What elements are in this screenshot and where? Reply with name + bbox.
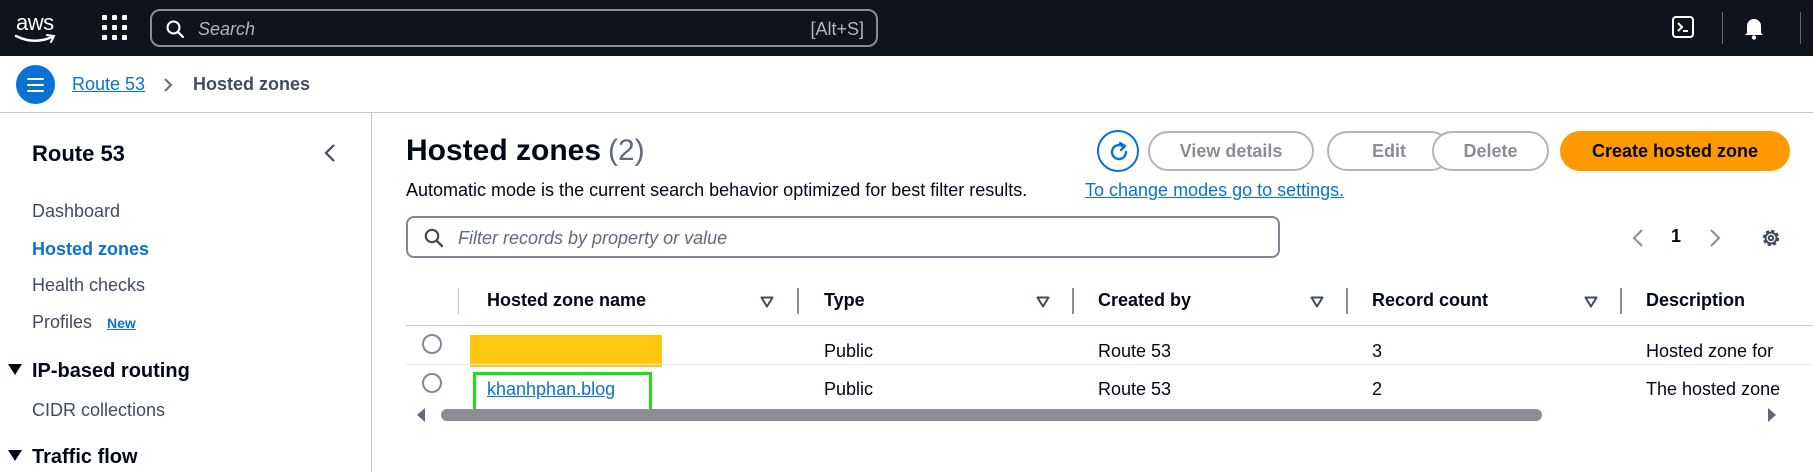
row-record-count-cell: 2 [1372,379,1383,399]
row-divider [406,364,1813,365]
horizontal-scrollbar-thumb[interactable] [441,409,1542,421]
breadcrumb-route53-link[interactable]: Route 53 [72,74,145,95]
scroll-right-arrow-icon[interactable] [1768,408,1776,422]
sidebar-item-hosted-zones[interactable]: Hosted zones [32,239,149,260]
row-type-cell: Public [824,379,874,399]
filter-placeholder: Filter records by property or value [458,228,728,248]
section-label: Traffic flow [32,446,138,468]
search-icon [166,20,184,38]
services-menu-icon[interactable] [102,15,128,41]
previous-page-icon[interactable] [1632,228,1644,248]
change-modes-settings-link[interactable]: To change modes go to settings. [1085,180,1344,201]
aws-logo-text: aws [16,10,54,35]
cloudshell-icon[interactable] [1672,16,1694,38]
column-resizer[interactable] [797,288,799,314]
search-mode-description: Automatic mode is the current search beh… [406,180,1028,200]
new-badge[interactable]: New [107,315,136,331]
breadcrumb: Route 53 Hosted zones [0,56,1813,113]
section-label: IP-based routing [32,360,190,382]
row-description-cell: Hosted zone for [1646,341,1774,361]
row-select-radio[interactable] [422,334,442,354]
filter-records-input[interactable]: Filter records by property or value [406,216,1280,258]
top-navigation-bar: aws Search [Alt+S] [0,0,1813,56]
search-placeholder: Search [198,19,256,39]
sort-caret-down-icon[interactable] [760,296,774,308]
caret-down-icon [8,450,22,462]
row-created-by-cell: Route 53 [1098,341,1172,361]
refresh-icon [1110,141,1128,161]
aws-smile-icon [14,34,56,43]
column-header-description[interactable]: Description [1646,290,1745,311]
sort-caret-down-icon[interactable] [1310,296,1324,308]
row-record-count-cell: 3 [1372,341,1383,361]
view-details-button[interactable]: View details [1148,131,1314,171]
current-page-number[interactable]: 1 [1671,226,1681,247]
column-divider [458,288,459,314]
sort-caret-down-icon[interactable] [1584,296,1598,308]
sidebar-item-dashboard[interactable]: Dashboard [32,201,120,222]
sort-caret-down-icon[interactable] [1036,296,1050,308]
sidebar-item-cidr-collections[interactable]: CIDR collections [32,400,165,421]
page-title: Hosted zones [406,134,602,167]
sidebar-section-traffic-flow[interactable]: Traffic flow [8,446,138,469]
column-header-record-count[interactable]: Record count [1372,290,1488,311]
nav-divider [1800,12,1801,44]
column-header-created-by[interactable]: Created by [1098,290,1191,311]
chevron-right-icon [164,78,173,92]
aws-logo[interactable]: aws [14,10,62,46]
row-select-radio[interactable] [422,373,442,393]
table-preferences-gear-icon[interactable] [1759,226,1783,250]
sidebar-title[interactable]: Route 53 [32,141,125,167]
collapse-sidebar-icon[interactable] [324,143,336,163]
global-search-input[interactable]: Search [Alt+S] [150,9,878,47]
row-created-by-cell: Route 53 [1098,379,1172,399]
notifications-bell-icon[interactable] [1743,16,1765,40]
caret-down-icon [8,364,22,376]
breadcrumb-current: Hosted zones [193,74,311,94]
sidebar-section-ip-based-routing[interactable]: IP-based routing [8,360,190,383]
column-header-type[interactable]: Type [824,290,865,311]
column-resizer[interactable] [1072,288,1074,314]
create-hosted-zone-button[interactable]: Create hosted zone [1560,131,1790,171]
column-resizer[interactable] [1346,288,1348,314]
table-header: Hosted zone name Type Created by Record … [406,278,1813,326]
scroll-left-arrow-icon[interactable] [417,408,425,422]
row-type-cell: Public [824,341,874,361]
next-page-icon[interactable] [1709,228,1721,248]
column-header-hosted-zone-name[interactable]: Hosted zone name [487,290,646,311]
hosted-zone-count: (2) [608,134,645,167]
search-shortcut: [Alt+S] [810,19,864,39]
redacted-hosted-zone-name [470,335,662,367]
nav-divider [1722,12,1723,44]
sidebar-item-health-checks[interactable]: Health checks [32,275,145,296]
search-icon [424,228,444,248]
sidebar-item-profiles[interactable]: Profiles [32,312,92,333]
column-resizer[interactable] [1620,288,1622,314]
row-description-cell: The hosted zone [1646,379,1781,399]
refresh-button[interactable] [1097,130,1139,172]
side-navigation-toggle[interactable] [16,65,55,104]
delete-button[interactable]: Delete [1432,131,1549,171]
